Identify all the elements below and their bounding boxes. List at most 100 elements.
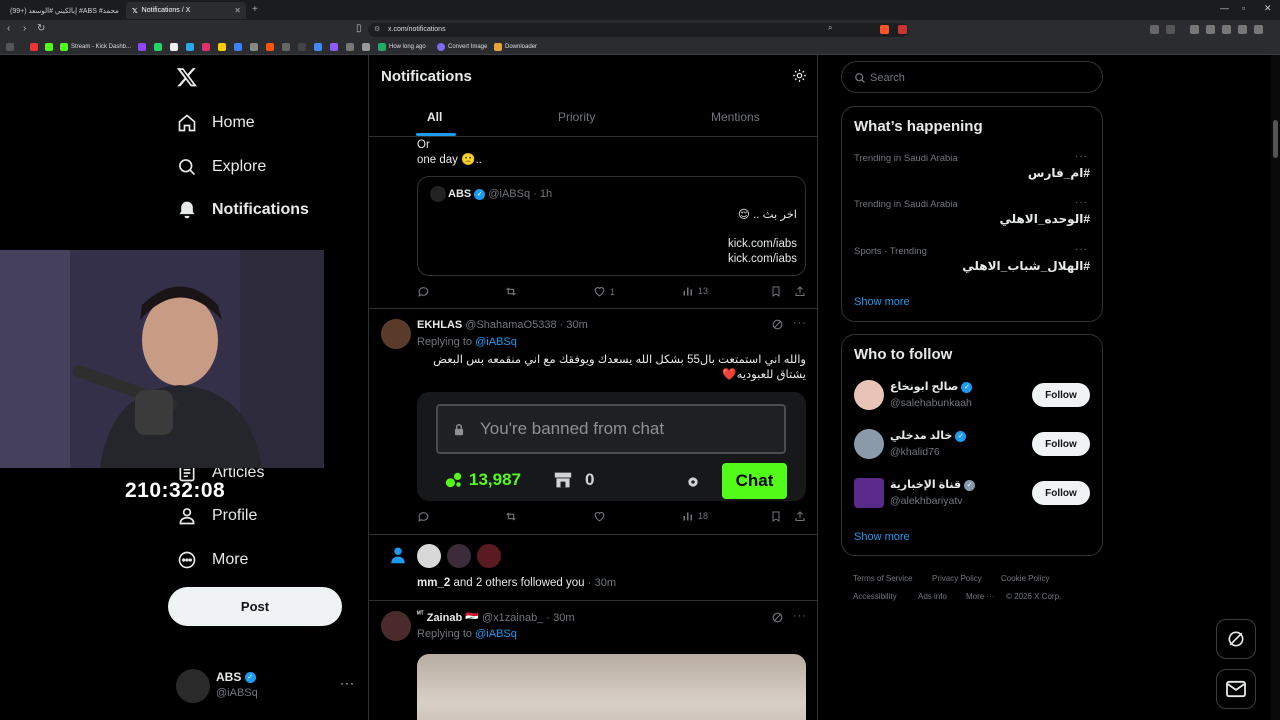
window-close-icon[interactable]: ✕ [1264,3,1272,14]
repost-icon[interactable] [504,285,518,298]
bookmark-favicon[interactable] [346,43,354,51]
avatar[interactable] [381,319,411,349]
share-icon[interactable] [794,285,806,298]
follow-suggestion[interactable]: صالح ابونخاع ✓ @salehabunkaah Follow [842,375,1102,419]
nav-home[interactable]: Home [176,108,255,138]
footer-more-link[interactable]: More ··· [966,592,994,601]
follow-button[interactable]: Follow [1032,383,1090,407]
search-input[interactable]: Search [841,61,1103,93]
account-switcher[interactable]: ABS ✓ @iABSq ··· [176,666,356,706]
footer-link[interactable]: Cookie Policy [1001,574,1049,583]
sidebar-icon[interactable] [1206,25,1215,34]
tab-priority[interactable]: Priority [558,110,595,124]
bookmark-favicon[interactable] [170,43,178,51]
bookmark-convert-image[interactable]: Convert Image [437,43,487,51]
reload-icon[interactable]: ↻ [37,23,45,34]
mention-link[interactable]: @iABSq [475,628,517,640]
ellipsis-icon[interactable]: ··· [1075,244,1088,255]
bookmark-favicon[interactable] [234,43,242,51]
wallet-icon[interactable] [1238,25,1247,34]
bookmark-favicon[interactable] [218,43,226,51]
repost-icon[interactable] [504,510,518,523]
bookmark-favicon[interactable] [45,43,53,51]
more-options-icon[interactable]: ··· [793,317,807,329]
footer-link[interactable]: Terms of Service [853,574,913,583]
maximize-icon[interactable]: ▫ [1242,3,1245,13]
url-input[interactable]: ⚙ x.com/notifications [368,23,908,37]
bookmark-icon[interactable]: ▯ [356,23,362,34]
reply-icon[interactable] [417,510,430,523]
views-button[interactable]: 13 [682,285,708,297]
zoom-icon[interactable]: ⌕ [828,23,832,33]
bookmark-favicon[interactable] [202,43,210,51]
bookmark-favicon[interactable] [282,43,290,51]
author-name[interactable]: Zainab 🇮🇶 [427,612,479,624]
bookmark-kick-dashboard[interactable]: Stream - Kick Dashb... [60,43,131,51]
bookmark-favicon[interactable] [138,43,146,51]
extension-icon[interactable] [1166,25,1175,34]
bookmark-favicon[interactable] [154,43,162,51]
mention-link[interactable]: @iABSq [475,336,517,348]
minimize-icon[interactable]: — [1220,3,1229,13]
new-tab-icon[interactable]: + [252,4,258,15]
grok-icon[interactable] [771,611,784,627]
avatar[interactable] [447,544,471,568]
ellipsis-icon[interactable]: ··· [340,676,355,690]
bookmark-favicon[interactable] [30,43,38,51]
bookmark-downloader[interactable]: Downloader [494,43,537,51]
avatar[interactable] [417,544,441,568]
tab-all[interactable]: All [427,110,442,124]
bookmark-favicon[interactable] [314,43,322,51]
extension-icon[interactable] [1190,25,1199,34]
nav-notifications[interactable]: Notifications [176,195,309,225]
extension-icon[interactable] [1222,25,1231,34]
bookmark-post-icon[interactable] [770,285,782,298]
avatar[interactable] [477,544,501,568]
nav-more[interactable]: More [176,545,248,575]
nav-explore[interactable]: Explore [176,152,266,182]
bookmark-favicon[interactable] [266,43,274,51]
follower-name[interactable]: mm_2 [417,577,450,589]
quoted-post[interactable]: ABS ✓ @iABSq · 1h اخر بث .. 😌 kick.com/i… [417,176,806,276]
footer-link[interactable]: Accessibility [853,592,897,601]
like-button[interactable]: 1 [593,285,615,298]
share-icon[interactable] [794,510,806,523]
bookmark-post-icon[interactable] [770,510,782,523]
grok-icon[interactable] [771,318,784,334]
bookmark-favicon[interactable] [330,43,338,51]
close-tab-icon[interactable]: ✕ [234,6,241,15]
ellipsis-icon[interactable]: ··· [1075,151,1088,162]
bookmark-favicon[interactable] [298,43,306,51]
bookmark-favicon[interactable] [362,43,370,51]
show-more-link[interactable]: Show more [854,296,910,308]
reply-icon[interactable] [417,285,430,298]
media-image[interactable]: You're banned from chat 13,987 0 Chat [417,392,806,501]
follow-suggestion[interactable]: خالد مدخلي ✓ @khalid76 Follow [842,424,1102,468]
author-name[interactable]: EKHLAS [417,319,462,331]
messages-button[interactable] [1216,669,1256,709]
settings-gear-icon[interactable] [792,68,807,86]
browser-tab[interactable]: (99+) إبالكيني #الوسعد #ABS #محمد [4,2,122,19]
link-text[interactable]: kick.com/iabs [728,237,797,252]
forward-icon[interactable]: › [23,23,26,34]
tab-mentions[interactable]: Mentions [711,110,760,124]
menu-icon[interactable] [1254,25,1263,34]
more-options-icon[interactable]: ··· [793,610,807,622]
author-handle[interactable]: @x1zainab_ [482,612,543,624]
media-image[interactable] [417,654,806,720]
nav-profile[interactable]: Profile [176,501,257,531]
brave-shield-icon[interactable] [880,25,889,34]
link-text[interactable]: kick.com/iabs [728,252,797,267]
follow-suggestion[interactable]: قناة الإخبارية ✓ @alekhbariyatv Follow [842,473,1102,517]
back-icon[interactable]: ‹ [7,23,10,34]
follow-button[interactable]: Follow [1032,432,1090,456]
heart-icon[interactable] [593,510,606,523]
views-button[interactable]: 18 [682,510,708,522]
brave-rewards-icon[interactable] [898,25,907,34]
show-more-link[interactable]: Show more [854,531,910,543]
footer-link[interactable]: Privacy Policy [932,574,982,583]
follow-button[interactable]: Follow [1032,481,1090,505]
scrollbar-thumb[interactable] [1273,120,1278,158]
bookmark-how-long-ago[interactable]: How long ago [378,43,426,51]
footer-link[interactable]: Ads info [918,592,947,601]
